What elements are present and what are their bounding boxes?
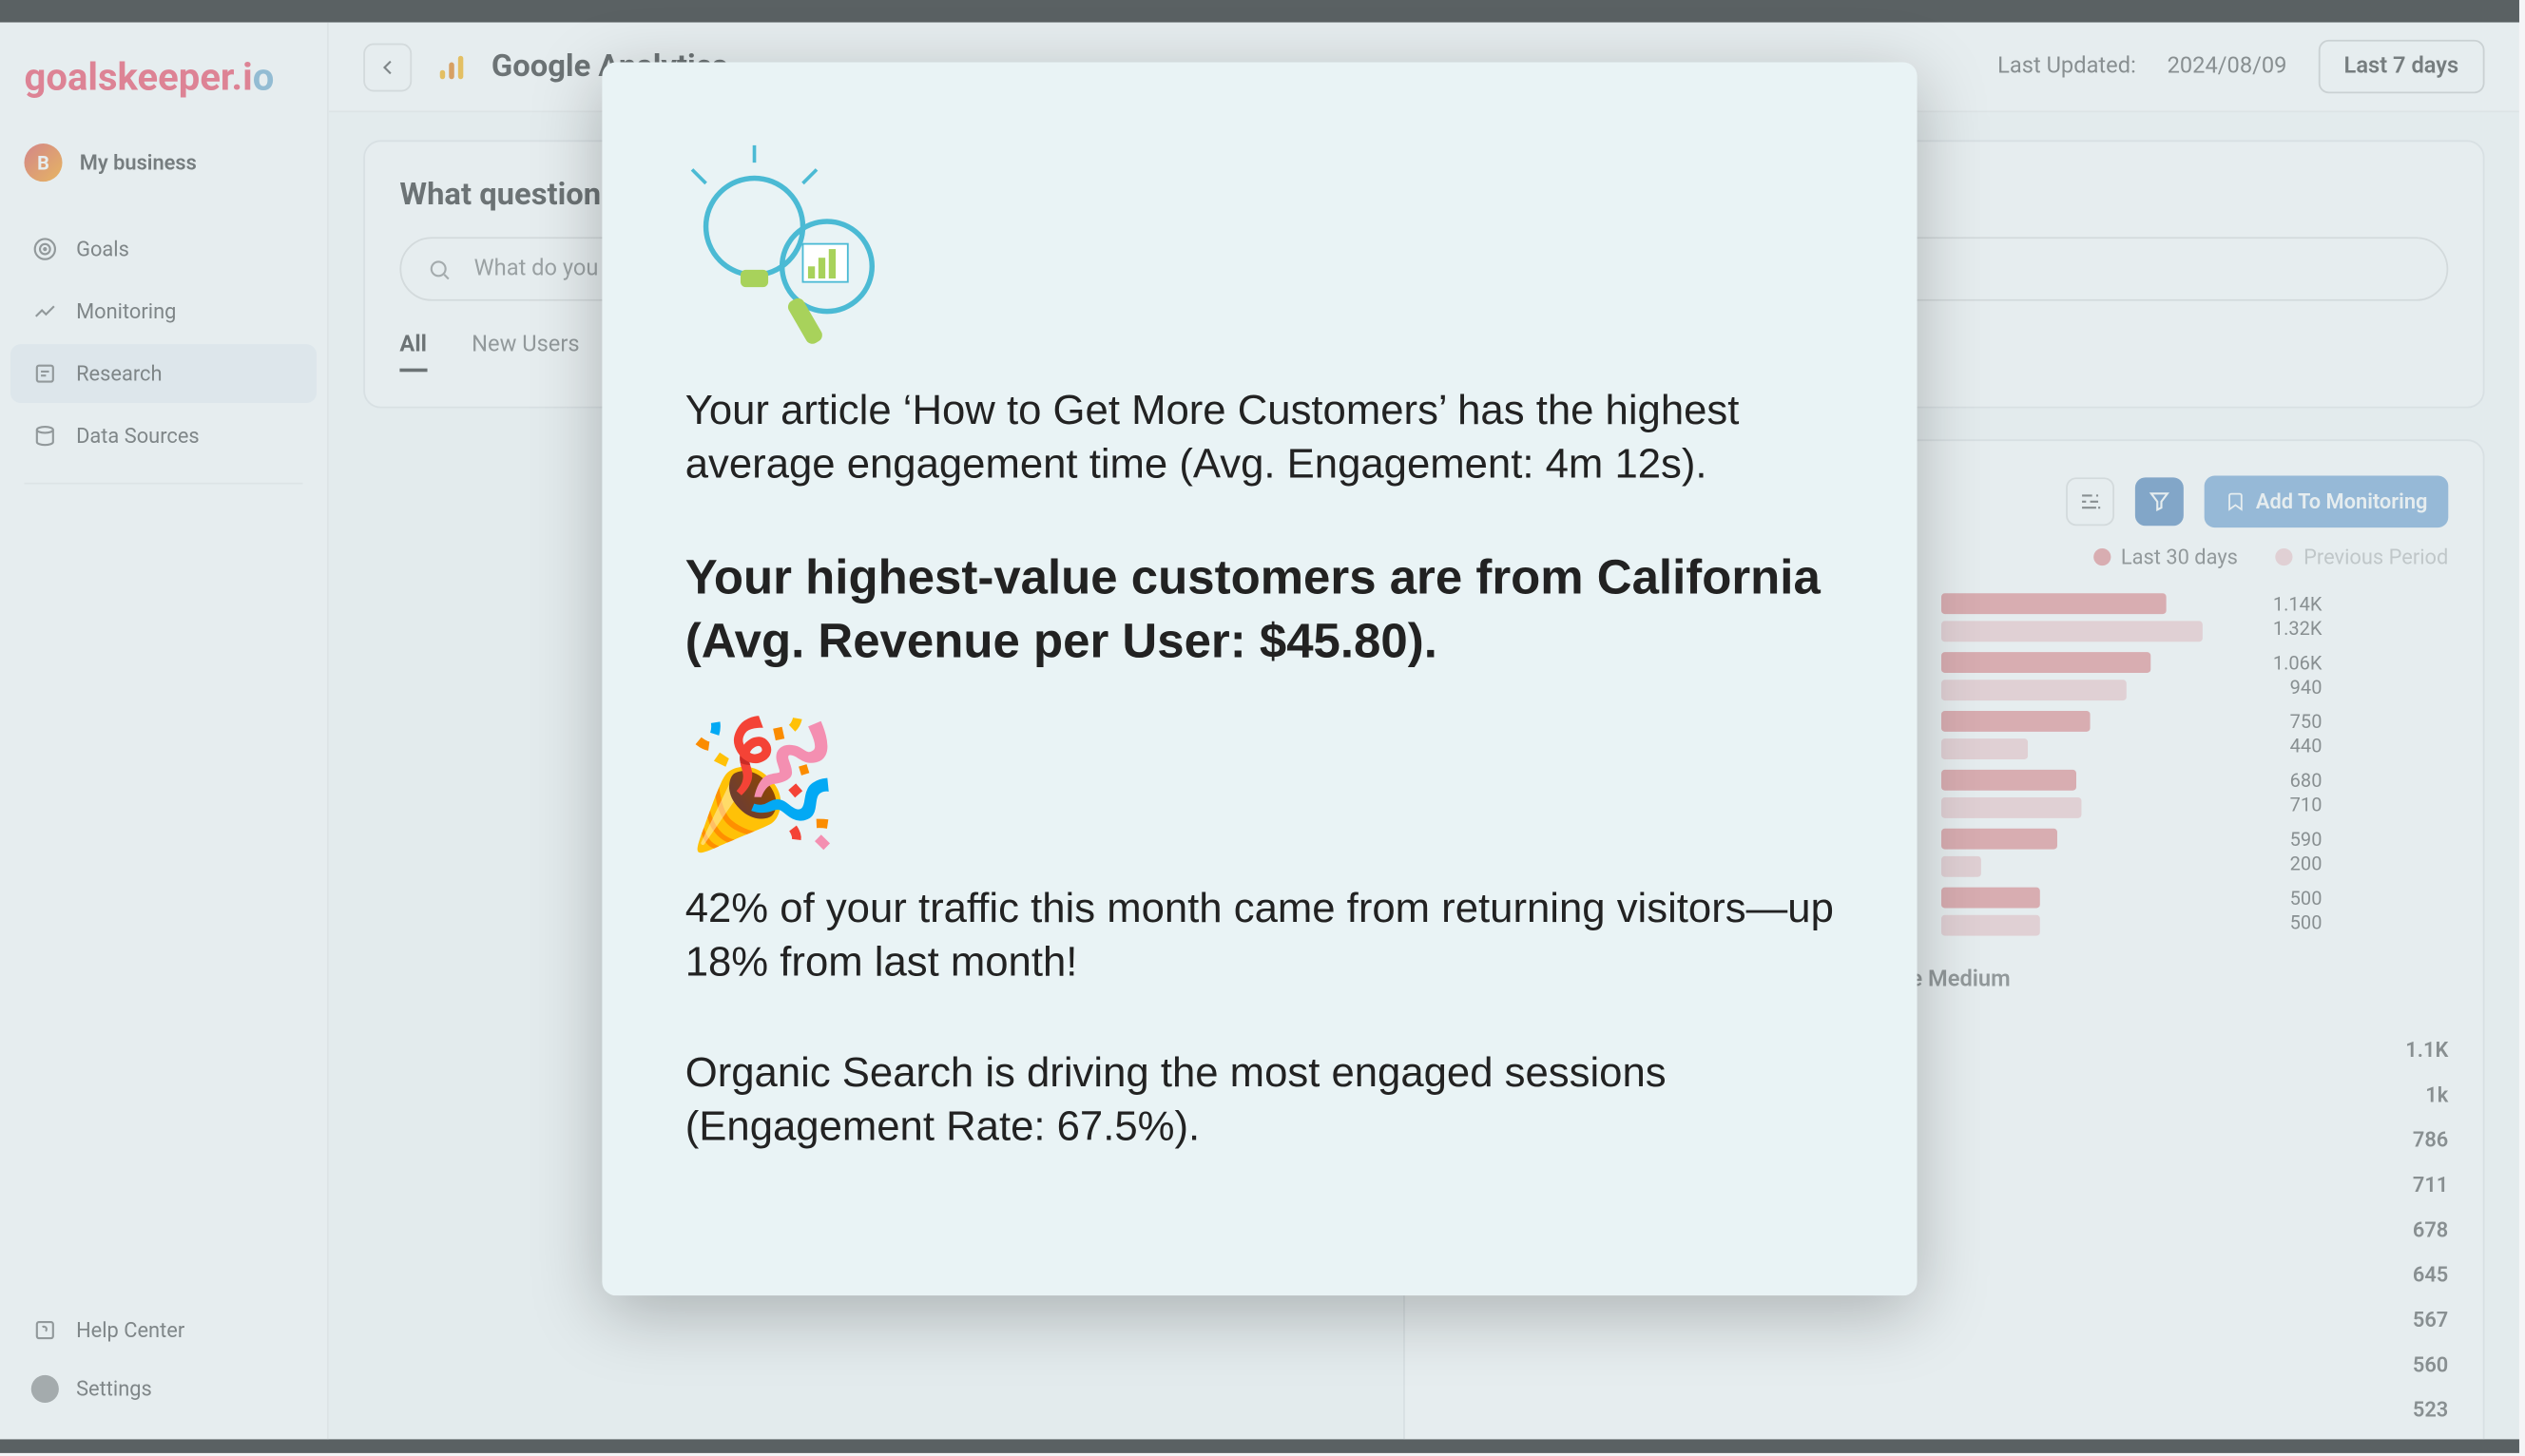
insight-modal-backdrop[interactable]: Your article ‘How to Get More Customers’… (0, 0, 2519, 1453)
confetti-icon: 🎉 (685, 711, 1834, 858)
insight-2: Your highest-value customers are from Ca… (685, 547, 1834, 673)
insight-3: 42% of your traffic this month came from… (685, 882, 1834, 990)
insight-1: Your article ‘How to Get More Customers’… (685, 384, 1834, 492)
insight-hero-icon (685, 131, 1834, 356)
insight-4: Organic Search is driving the most engag… (685, 1045, 1834, 1154)
insight-modal: Your article ‘How to Get More Customers’… (602, 63, 1917, 1295)
